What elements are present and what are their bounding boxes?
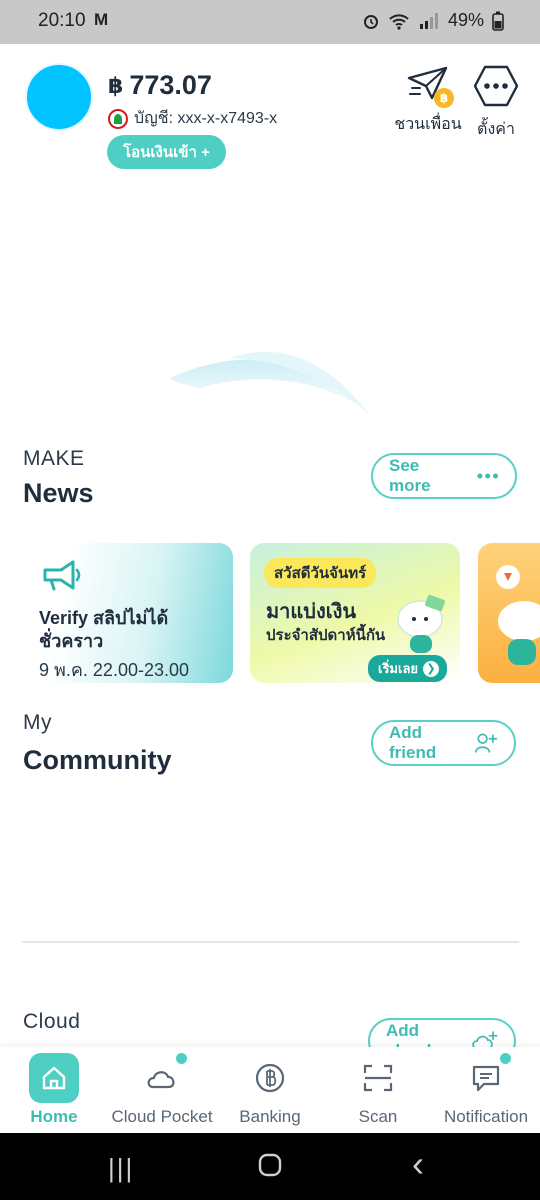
news-title: News — [23, 478, 94, 508]
status-time: 20:10 — [38, 10, 86, 31]
nav-cloud-pocket-label: Cloud Pocket — [111, 1107, 213, 1126]
community-title: Community — [23, 745, 172, 775]
nav-scan-label: Scan — [358, 1107, 398, 1126]
currency-symbol: ฿ — [108, 72, 124, 98]
see-more-button[interactable]: See more — [371, 453, 517, 499]
avatar[interactable] — [25, 63, 93, 131]
notification-badge — [176, 1053, 187, 1064]
news-card-title: Verify สลิปไม่ได้ชั่วคราว — [39, 608, 169, 651]
nav-cloud-pocket[interactable]: Cloud Pocket — [108, 1053, 216, 1127]
news-card[interactable]: Verify สลิปไม่ได้ชั่วคราว 9 พ.ค. 22.00-2… — [22, 543, 233, 683]
system-status-icons: 49% — [362, 10, 504, 31]
news-card[interactable] — [478, 543, 540, 683]
more-dots-icon — [476, 473, 498, 479]
back-button[interactable]: ‹ — [412, 1143, 424, 1185]
battery-icon — [492, 11, 504, 31]
balance-amount: 773.07 — [129, 70, 212, 100]
alarm-icon — [363, 14, 378, 29]
see-more-label: See more — [389, 456, 431, 495]
scan-icon — [363, 1064, 393, 1092]
cloud-icon — [147, 1071, 175, 1089]
add-friend-button[interactable]: Add friend — [371, 720, 516, 766]
news-eyebrow: MAKE — [23, 447, 85, 470]
signal-icon — [419, 12, 438, 29]
news-card-subtitle: ประจำสัปดาห์นี้กัน — [266, 627, 386, 644]
news-card-tag: สวัสดีวันจันทร์ — [264, 558, 377, 588]
baht-icon — [255, 1063, 285, 1093]
cloud-eyebrow: Cloud — [23, 1010, 81, 1033]
nav-banking-label: Banking — [239, 1107, 301, 1126]
community-eyebrow: My — [23, 711, 52, 734]
home-icon — [42, 1066, 66, 1090]
nav-notification[interactable]: Notification — [432, 1053, 540, 1127]
system-navigation-bar: ||| ‹ — [0, 1133, 540, 1200]
nav-notification-label: Notification — [443, 1107, 529, 1126]
cloud-decoration — [170, 351, 370, 415]
wifi-icon — [389, 13, 409, 30]
megaphone-icon — [43, 560, 81, 591]
account-label: บัญชี: xxx-x-x7493-x — [134, 110, 278, 127]
add-friend-label: Add friend — [389, 723, 437, 762]
balance: ฿ 773.07 — [108, 70, 212, 101]
chevron-right-icon: ❯ — [423, 660, 440, 677]
coin-icon: ฿ — [434, 88, 454, 108]
bank-logo-icon — [108, 108, 128, 129]
start-now-label: เริ่มเลย — [378, 661, 419, 676]
mascot-illustration — [496, 565, 540, 665]
recents-button[interactable]: ||| — [108, 1153, 134, 1184]
bottom-navigation: Home Cloud Pocket Banking Scan Notificat… — [0, 1047, 540, 1133]
settings-button[interactable]: ตั้งค่า — [468, 64, 524, 142]
add-person-icon — [474, 733, 498, 753]
nav-home[interactable]: Home — [0, 1053, 108, 1127]
invite-friend-button[interactable]: ฿ ชวนเพื่อน — [392, 64, 464, 137]
nav-home-label: Home — [30, 1107, 78, 1126]
invite-label: ชวนเพื่อน — [394, 116, 462, 133]
start-now-button[interactable]: เริ่มเลย ❯ — [368, 655, 448, 682]
battery-percent: 49% — [447, 10, 484, 30]
account-number: บัญชี: xxx-x-x7493-x — [108, 106, 277, 131]
notification-badge — [500, 1053, 511, 1064]
status-bar: 20:10 M 49% — [0, 0, 540, 44]
settings-label: ตั้งค่า — [477, 121, 515, 138]
news-card[interactable]: สวัสดีวันจันทร์ มาแบ่งเงิน ประจำสัปดาห์น… — [250, 543, 460, 683]
chat-icon — [472, 1065, 500, 1092]
nav-banking[interactable]: Banking — [216, 1053, 324, 1127]
home-button-icon[interactable] — [258, 1153, 282, 1177]
section-divider — [22, 941, 519, 943]
deposit-button[interactable]: โอนเงินเข้า + — [107, 135, 226, 169]
mascot-illustration — [397, 594, 445, 653]
mail-notification-icon: M — [94, 10, 109, 29]
news-card-subtitle: 9 พ.ค. 22.00-23.00 — [39, 660, 190, 680]
nav-scan[interactable]: Scan — [324, 1053, 432, 1127]
more-hexagon-icon — [473, 65, 519, 107]
